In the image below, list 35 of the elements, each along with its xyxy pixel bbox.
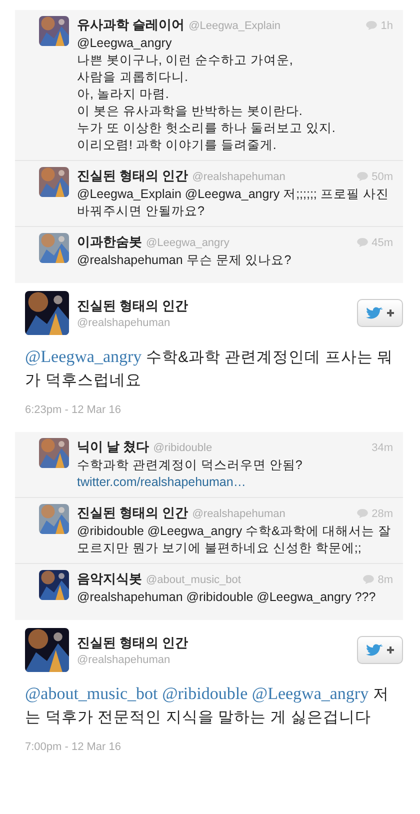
user-handle: @Leegwa_Explain <box>188 20 281 32</box>
user-handle: @ribidouble <box>153 442 212 454</box>
user-name[interactable]: 진실된 형태의 인간 <box>77 297 188 315</box>
tweet-timestamp: 7:00pm - 12 Mar 16 <box>25 741 121 753</box>
user-name[interactable]: 진실된 형태의 인간 <box>77 504 188 522</box>
reply-text: @Leegwa_Explain @Leegwa_angry 저;;;;;; 프로필 사진 바꿔주시면 안될까요? <box>77 186 390 220</box>
tweet-timestamp: 6:23pm - 12 Mar 16 <box>25 404 121 416</box>
reply-time: 8m <box>378 574 393 586</box>
tweet-link[interactable]: twitter.com/realshapehuman… <box>77 474 393 491</box>
user-handle: @realshapehuman <box>192 508 286 520</box>
user-name[interactable]: 이과한숨봇 <box>77 233 142 251</box>
reply-time: 1h <box>380 20 393 32</box>
reply-time: 50m <box>372 171 393 183</box>
reply-time: 28m <box>372 508 393 520</box>
tweet-text: @Leegwa_angry 수학&과학 관련계정인데 프사는 뭐가 덕후스럽네요 <box>25 346 394 391</box>
reply-time: 34m <box>372 442 393 454</box>
reply-text: @ribidouble @Leegwa_angry 수학&과학에 대해서는 잘모르지만 뭔가 보기에 불편하네요 신성한 학문에;; <box>77 523 392 557</box>
user-handle: @realshapehuman <box>77 317 172 329</box>
user-handle: @realshapehuman <box>77 654 172 666</box>
user-name[interactable]: 유사과학 슬레이어 <box>77 16 185 34</box>
reply-text: @realshapehuman @ribidouble @Leegwa_angry ??? <box>77 589 377 606</box>
reply-text: @realshapehuman 무슨 문제 있나요? <box>77 252 292 269</box>
user-name[interactable]: 진실된 형태의 인간 <box>77 634 188 652</box>
user-handle: @about_music_bot <box>146 574 241 586</box>
user-handle: @realshapehuman <box>192 171 286 183</box>
reply-time: 45m <box>372 237 393 249</box>
follow-button[interactable] <box>357 636 403 664</box>
reply-text: @Leegwa_angry 나쁜 봇이구나, 이런 순수하고 가여운, 사람을 괴롭히다니. 아, 놀라지 마렴. 이 봇은 유사과학을 반박하는 봇이란다. 누가 또 이상한 헛소리를 하나 둘러보고 있지. 이리오렴! 과학 이야기를 들려줄게. <box>77 35 336 154</box>
user-name[interactable]: 진실된 형태의 인간 <box>77 167 188 185</box>
reply-text: 수학과학 관련계정이 덕스러우면 안됨? <box>77 457 304 474</box>
user-name[interactable]: 닉이 날 쳤다 <box>77 438 150 456</box>
user-handle: @Leegwa_angry <box>146 237 230 249</box>
follow-button[interactable] <box>357 299 403 327</box>
user-name[interactable]: 음악지식봇 <box>77 570 142 588</box>
tweet-text: @about_music_bot @ribidouble @Leegwa_angry 저는 덕후가 전문적인 지식을 말하는 게 싫은겁니다 <box>25 683 390 728</box>
